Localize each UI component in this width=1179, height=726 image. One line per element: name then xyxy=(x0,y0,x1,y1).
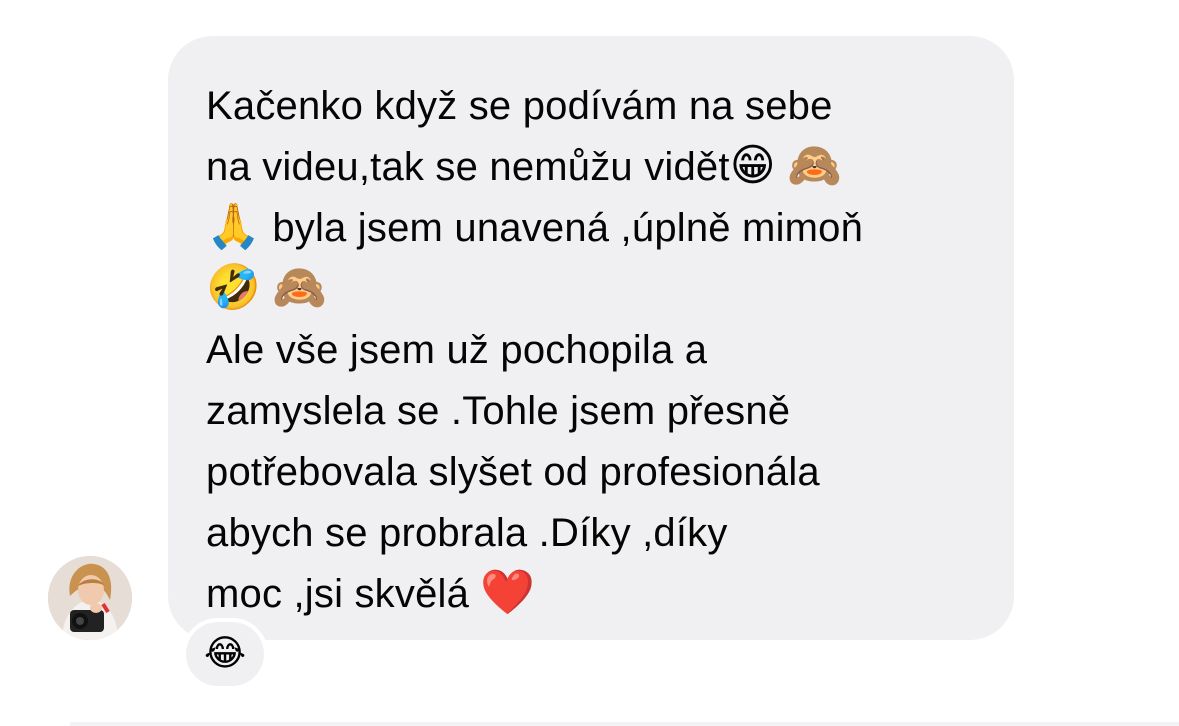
see-no-evil-monkey-emoji-icon: 🙈 xyxy=(787,140,843,191)
message-bubble[interactable]: Kačenko když se podívám na sebe na videu… xyxy=(168,36,1014,640)
rolling-laughing-emoji-icon: 🤣 xyxy=(206,262,261,313)
message-line-7: potřebovala slyšet od profesionála xyxy=(206,442,984,503)
message-text: moc ,jsi skvělá xyxy=(206,572,481,616)
message-text: abych se probrala .Díky ,díky xyxy=(206,511,728,555)
message-line-6: zamyslela se .Tohle jsem přesně xyxy=(206,381,984,442)
message-line-8: abych se probrala .Díky ,díky xyxy=(206,503,984,564)
message-line-5: Ale vše jsem už pochopila a xyxy=(206,320,984,381)
message-line-3: 🙏 byla jsem unavená ,úplně mimoň xyxy=(206,198,984,259)
chat-view: Kačenko když se podívám na sebe na videu… xyxy=(0,0,1179,726)
red-heart-emoji-icon: ❤️ xyxy=(480,567,536,618)
message-text: potřebovala slyšet od profesionála xyxy=(206,450,820,494)
message-text: na videu,tak se nemůžu vidět xyxy=(206,145,730,189)
sender-avatar[interactable] xyxy=(48,556,132,640)
reaction-badge[interactable]: 😂 xyxy=(182,618,268,690)
see-no-evil-monkey-emoji-icon: 🙈 xyxy=(272,262,328,313)
message-line-1: Kačenko když se podívám na sebe xyxy=(206,76,984,137)
message-text: Kačenko když se podívám na sebe xyxy=(206,84,833,128)
profile-photo-avatar-icon xyxy=(48,556,132,640)
message-line-9: moc ,jsi skvělá ❤️ xyxy=(206,564,984,625)
message-text: zamyslela se .Tohle jsem přesně xyxy=(206,389,791,433)
folded-hands-emoji-icon: 🙏 xyxy=(206,201,261,252)
message-text: Ale vše jsem už pochopila a xyxy=(206,328,708,372)
tears-of-joy-emoji-icon: 😂 xyxy=(203,633,247,674)
divider xyxy=(70,722,1179,726)
message-text: byla jsem unavená ,úplně mimoň xyxy=(261,206,864,250)
grinning-emoji-icon: 😁 xyxy=(729,140,776,191)
message-line-2: na videu,tak se nemůžu vidět😁 🙈 xyxy=(206,137,984,198)
message-line-4: 🤣 🙈 xyxy=(206,259,984,320)
